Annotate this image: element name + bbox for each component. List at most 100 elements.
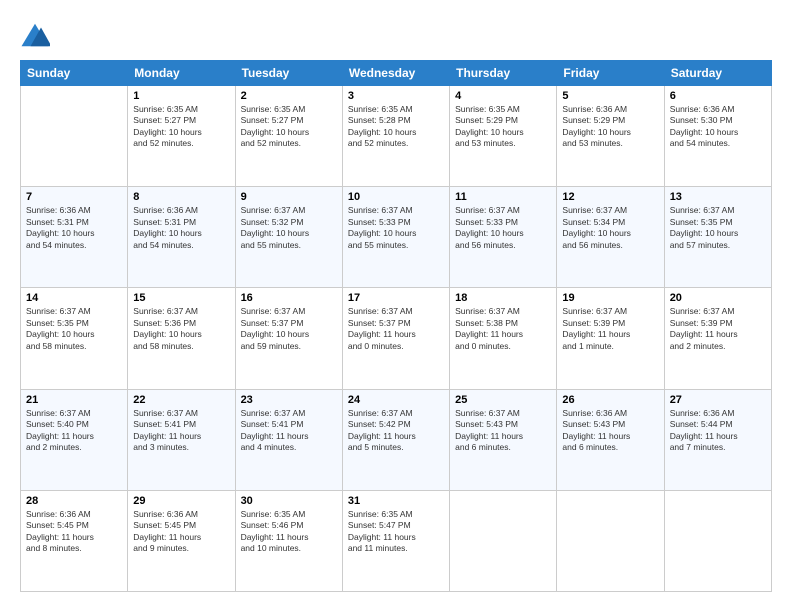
day-info: Sunrise: 6:36 AMSunset: 5:44 PMDaylight:… (670, 408, 766, 454)
calendar-cell: 4 Sunrise: 6:35 AMSunset: 5:29 PMDaylight… (450, 86, 557, 187)
day-number: 20 (670, 292, 766, 304)
day-info: Sunrise: 6:37 AMSunset: 5:33 PMDaylight:… (455, 205, 551, 251)
weekday-header: Thursday (450, 61, 557, 86)
logo-icon (20, 20, 50, 50)
day-number: 23 (241, 394, 337, 406)
calendar-cell: 20 Sunrise: 6:37 AMSunset: 5:39 PMDayligh… (664, 288, 771, 389)
calendar-cell: 1Sunrise: 6:35 AMSunset: 5:27 PMDaylight… (128, 86, 235, 187)
day-info: Sunrise: 6:37 AMSunset: 5:43 PMDaylight:… (455, 408, 551, 454)
calendar-cell: 11Sunrise: 6:37 AMSunset: 5:33 PMDayligh… (450, 187, 557, 288)
day-number: 7 (26, 191, 122, 203)
day-info: Sunrise: 6:35 AMSunset: 5:47 PMDaylight:… (348, 509, 444, 555)
calendar-cell: 9 Sunrise: 6:37 AMSunset: 5:32 PMDaylight… (235, 187, 342, 288)
day-number: 22 (133, 394, 229, 406)
day-info: Sunrise: 6:35 AMSunset: 5:29 PMDaylight:… (455, 104, 551, 150)
weekday-row: SundayMondayTuesdayWednesdayThursdayFrid… (21, 61, 772, 86)
day-info: Sunrise: 6:37 AMSunset: 5:35 PMDaylight:… (670, 205, 766, 251)
day-number: 18 (455, 292, 551, 304)
day-number: 1 (133, 90, 229, 102)
calendar-cell: 23 Sunrise: 6:37 AMSunset: 5:41 PMDayligh… (235, 389, 342, 490)
calendar-cell: 6 Sunrise: 6:36 AMSunset: 5:30 PMDaylight… (664, 86, 771, 187)
calendar-cell (664, 490, 771, 591)
calendar-cell: 22 Sunrise: 6:37 AMSunset: 5:41 PMDayligh… (128, 389, 235, 490)
day-info: Sunrise: 6:37 AMSunset: 5:41 PMDaylight:… (241, 408, 337, 454)
day-info: Sunrise: 6:37 AMSunset: 5:36 PMDaylight:… (133, 306, 229, 352)
day-number: 5 (562, 90, 658, 102)
day-number: 14 (26, 292, 122, 304)
day-number: 8 (133, 191, 229, 203)
day-info: Sunrise: 6:37 AMSunset: 5:39 PMDaylight:… (670, 306, 766, 352)
calendar-cell: 27 Sunrise: 6:36 AMSunset: 5:44 PMDayligh… (664, 389, 771, 490)
calendar-cell: 12 Sunrise: 6:37 AMSunset: 5:34 PMDayligh… (557, 187, 664, 288)
day-info: Sunrise: 6:37 AMSunset: 5:41 PMDaylight:… (133, 408, 229, 454)
calendar-cell: 28Sunrise: 6:36 AMSunset: 5:45 PMDayligh… (21, 490, 128, 591)
day-info: Sunrise: 6:37 AMSunset: 5:32 PMDaylight:… (241, 205, 337, 251)
day-info: Sunrise: 6:36 AMSunset: 5:30 PMDaylight:… (670, 104, 766, 150)
calendar-cell: 21 Sunrise: 6:37 AMSunset: 5:40 PMDayligh… (21, 389, 128, 490)
day-number: 15 (133, 292, 229, 304)
calendar-cell: 31 Sunrise: 6:35 AMSunset: 5:47 PMDayligh… (342, 490, 449, 591)
calendar-cell: 10Sunrise: 6:37 AMSunset: 5:33 PMDayligh… (342, 187, 449, 288)
weekday-header: Sunday (21, 61, 128, 86)
calendar-week-row: 28 Sunrise: 6:36 AMSunset: 5:45 PMDayligh… (21, 490, 772, 591)
day-info: Sunrise: 6:35 AMSunset: 5:28 PMDaylight:… (348, 104, 444, 150)
calendar-week-row: 21 Sunrise: 6:37 AMSunset: 5:40 PMDayligh… (21, 389, 772, 490)
day-info: Sunrise: 6:36 AMSunset: 5:29 PMDaylight:… (562, 104, 658, 150)
calendar-cell: 26 Sunrise: 6:36 AMSunset: 5:43 PMDayligh… (557, 389, 664, 490)
day-number: 30 (241, 495, 337, 507)
day-info: Sunrise: 6:36 AMSunset: 5:45 PMDaylight:… (133, 509, 229, 555)
day-number: 28 (26, 495, 122, 507)
calendar-cell: 2 Sunrise: 6:35 AMSunset: 5:27 PMDaylight… (235, 86, 342, 187)
day-info: Sunrise: 6:37 AMSunset: 5:42 PMDaylight:… (348, 408, 444, 454)
calendar-body: 1 Sunrise: 6:35 AMSunset: 5:27 PMDaylight… (21, 86, 772, 592)
day-number: 9 (241, 191, 337, 203)
calendar-week-row: 1 Sunrise: 6:35 AMSunset: 5:27 PMDaylight… (21, 86, 772, 187)
day-number: 2 (241, 90, 337, 102)
day-number: 26 (562, 394, 658, 406)
calendar-cell: 25 Sunrise: 6:37 AMSunset: 5:43 PMDayligh… (450, 389, 557, 490)
calendar-cell (557, 490, 664, 591)
calendar-cell: 13 Sunrise: 6:37 AMSunset: 5:35 PMDayligh… (664, 187, 771, 288)
calendar-cell: 17Sunrise: 6:37 AMSunset: 5:37 PMDayligh… (342, 288, 449, 389)
calendar-cell: 16 Sunrise: 6:37 AMSunset: 5:37 PMDayligh… (235, 288, 342, 389)
day-info: Sunrise: 6:37 AMSunset: 5:37 PMDaylight:… (348, 306, 444, 352)
day-number: 21 (26, 394, 122, 406)
calendar-cell: 15 Sunrise: 6:37 AMSunset: 5:36 PMDayligh… (128, 288, 235, 389)
logo (20, 20, 54, 50)
weekday-header: Saturday (664, 61, 771, 86)
day-number: 16 (241, 292, 337, 304)
day-number: 13 (670, 191, 766, 203)
day-info: Sunrise: 6:37 AMSunset: 5:34 PMDaylight:… (562, 205, 658, 251)
header (20, 20, 772, 50)
day-info: Sunrise: 6:37 AMSunset: 5:37 PMDaylight:… (241, 306, 337, 352)
calendar-cell (450, 490, 557, 591)
day-info: Sunrise: 6:36 AMSunset: 5:31 PMDaylight:… (26, 205, 122, 251)
calendar-cell: 14Sunrise: 6:37 AMSunset: 5:35 PMDayligh… (21, 288, 128, 389)
calendar-cell: 24 Sunrise: 6:37 AMSunset: 5:42 PMDayligh… (342, 389, 449, 490)
calendar-header: SundayMondayTuesdayWednesdayThursdayFrid… (21, 61, 772, 86)
day-number: 24 (348, 394, 444, 406)
day-info: Sunrise: 6:37 AMSunset: 5:40 PMDaylight:… (26, 408, 122, 454)
day-number: 3 (348, 90, 444, 102)
page: SundayMondayTuesdayWednesdayThursdayFrid… (0, 0, 792, 612)
day-number: 27 (670, 394, 766, 406)
calendar-week-row: 14Sunrise: 6:37 AMSunset: 5:35 PMDayligh… (21, 288, 772, 389)
day-number: 4 (455, 90, 551, 102)
calendar-cell: 29Sunrise: 6:36 AMSunset: 5:45 PMDayligh… (128, 490, 235, 591)
day-number: 19 (562, 292, 658, 304)
day-info: Sunrise: 6:36 AMSunset: 5:31 PMDaylight:… (133, 205, 229, 251)
day-number: 31 (348, 495, 444, 507)
calendar-cell: 3 Sunrise: 6:35 AMSunset: 5:28 PMDaylight… (342, 86, 449, 187)
weekday-header: Tuesday (235, 61, 342, 86)
day-number: 25 (455, 394, 551, 406)
day-number: 6 (670, 90, 766, 102)
calendar-cell (21, 86, 128, 187)
calendar-cell: 5 Sunrise: 6:36 AMSunset: 5:29 PMDaylight… (557, 86, 664, 187)
day-info: Sunrise: 6:36 AMSunset: 5:43 PMDaylight:… (562, 408, 658, 454)
weekday-header: Monday (128, 61, 235, 86)
day-info: Sunrise: 6:35 AMSunset: 5:27 PMDaylight:… (241, 104, 337, 150)
calendar-cell: 7 Sunrise: 6:36 AMSunset: 5:31 PMDaylight… (21, 187, 128, 288)
calendar-week-row: 7 Sunrise: 6:36 AMSunset: 5:31 PMDaylight… (21, 187, 772, 288)
day-number: 12 (562, 191, 658, 203)
calendar-cell: 19Sunrise: 6:37 AMSunset: 5:39 PMDayligh… (557, 288, 664, 389)
